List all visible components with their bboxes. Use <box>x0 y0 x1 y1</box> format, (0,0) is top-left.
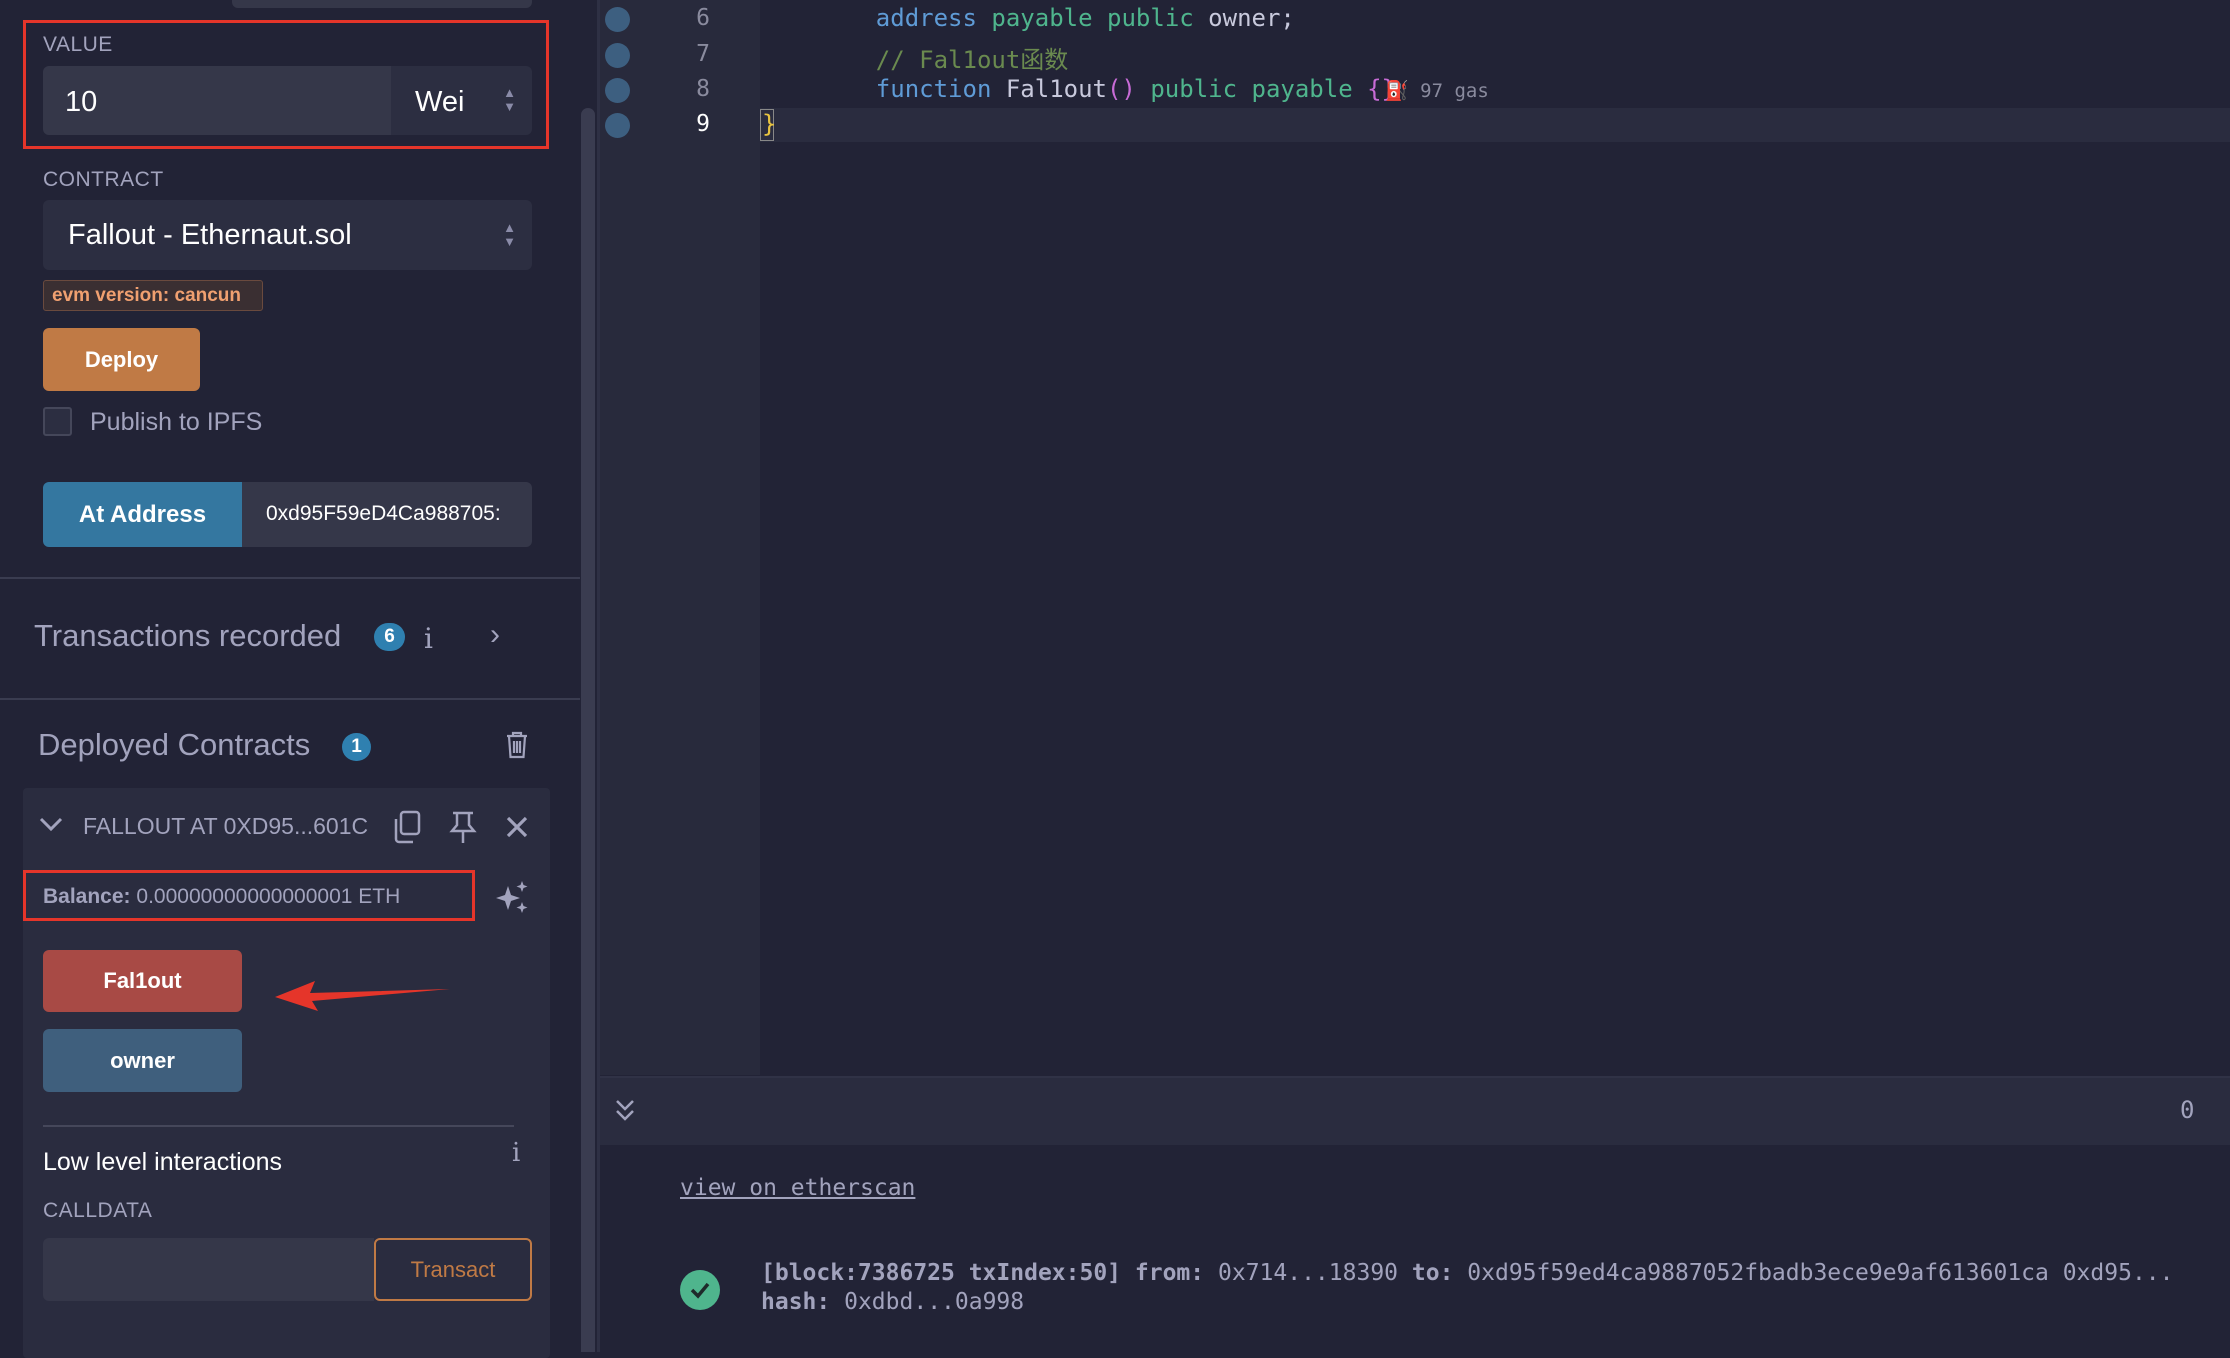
code-line[interactable]: } <box>762 110 776 138</box>
chevron-down-icon[interactable] <box>38 814 64 834</box>
line-number: 8 <box>696 76 710 102</box>
line-number: 7 <box>696 41 710 67</box>
pending-transactions-count: 0 <box>2180 1096 2195 1124</box>
line-number: 9 <box>696 111 710 137</box>
code-token: payable <box>991 4 1093 32</box>
breakpoint-marker[interactable] <box>605 7 630 32</box>
select-arrows-icon: ▲ ▼ <box>503 85 516 114</box>
code-token: payable <box>1251 75 1353 103</box>
copy-icon[interactable] <box>392 810 422 849</box>
balance-label: Balance: <box>43 885 131 908</box>
line-number: 6 <box>696 5 710 31</box>
collapse-terminal-icon[interactable] <box>614 1098 636 1127</box>
gas-value: 97 gas <box>1420 80 1489 102</box>
code-token: owner; <box>1193 4 1295 32</box>
contract-select[interactable]: Fallout - Ethernaut.sol ▲ ▼ <box>43 200 532 270</box>
tx-to-label: to: <box>1411 1260 1454 1286</box>
code-token: // Fal1out函数 <box>875 46 1069 74</box>
code-token: public <box>1150 75 1238 103</box>
code-line[interactable]: address payable public owner; <box>818 4 1295 32</box>
chevron-right-icon[interactable]: › <box>490 618 500 652</box>
trash-icon[interactable] <box>504 730 530 760</box>
calldata-input[interactable] <box>43 1238 374 1301</box>
balance-value: 0.00000000000000001 ETH <box>136 885 401 908</box>
divider <box>0 698 580 700</box>
transactions-count-badge: 6 <box>374 623 405 651</box>
info-icon[interactable]: i <box>424 622 433 655</box>
tx-from-label: from: <box>1134 1260 1205 1286</box>
tx-block: [block:7386725 txIndex:50] <box>761 1260 1122 1286</box>
publish-ipfs-label: Publish to IPFS <box>90 408 263 436</box>
tx-from-value: 0x714...18390 <box>1218 1260 1399 1286</box>
contract-select-value: Fallout - Ethernaut.sol <box>68 219 352 251</box>
value-unit-select[interactable]: Wei ▲ ▼ <box>391 66 532 135</box>
contract-instance-name: FALLOUT AT 0XD95...601C <box>83 813 369 839</box>
publish-ipfs-checkbox[interactable] <box>43 407 72 436</box>
gas-pump-icon: ⛽ <box>1385 80 1409 102</box>
code-token: address <box>875 4 977 32</box>
balance: Balance: 0.00000000000000001 ETH <box>43 885 400 909</box>
transactions-recorded-title[interactable]: Transactions recorded <box>34 618 341 654</box>
tx-log-line: [block:7386725 txIndex:50] from: 0x714..… <box>761 1260 2174 1286</box>
function-button-fal1out[interactable]: Fal1out <box>43 950 242 1012</box>
deploy-button[interactable]: Deploy <box>43 328 200 391</box>
annotation-arrow <box>270 975 455 1020</box>
at-address-input[interactable]: 0xd95F59eD4Ca988705: <box>242 482 532 547</box>
editor-gutter <box>600 0 760 1075</box>
code-token: () <box>1106 75 1136 103</box>
value-label: VALUE <box>43 33 113 56</box>
at-address-button[interactable]: At Address <box>43 482 242 547</box>
transact-button[interactable]: Transact <box>374 1238 532 1301</box>
breakpoint-marker[interactable] <box>605 43 630 68</box>
unit-label: Wei <box>415 86 465 118</box>
contract-label: CONTRACT <box>43 168 164 191</box>
code-token: public <box>1107 4 1194 32</box>
breakpoint-marker[interactable] <box>605 78 630 103</box>
success-check-icon <box>680 1270 720 1310</box>
pin-icon[interactable] <box>449 810 477 849</box>
code-line[interactable]: // Fal1out函数 <box>818 40 1069 75</box>
terminal-header <box>600 1076 2230 1145</box>
tx-hash-line: hash: 0xdbd...0a998 <box>761 1289 1024 1315</box>
current-line-highlight <box>760 108 2230 142</box>
divider <box>43 1125 514 1127</box>
evm-version-badge: evm version: cancun <box>43 280 263 311</box>
breakpoint-marker[interactable] <box>605 113 630 138</box>
code-token: Fal1out <box>991 75 1107 103</box>
divider <box>0 577 580 579</box>
function-button-owner[interactable]: owner <box>43 1029 242 1092</box>
top-field-stub <box>232 0 532 8</box>
tx-hash-label: hash: <box>761 1289 831 1315</box>
scrollbar[interactable] <box>581 108 595 1352</box>
gas-estimate: ⛽ 97 gas <box>1385 79 1489 102</box>
info-icon[interactable]: i <box>512 1138 520 1168</box>
tx-hash-value: 0xdbd...0a998 <box>844 1289 1025 1315</box>
view-on-etherscan-link[interactable]: view on etherscan <box>680 1175 915 1201</box>
deployed-count-badge: 1 <box>342 733 371 761</box>
code-line[interactable]: function Fal1out() public payable {} <box>818 75 1396 103</box>
value-input[interactable]: 10 <box>43 66 391 135</box>
select-arrows-icon: ▲ ▼ <box>503 220 516 249</box>
calldata-label: CALLDATA <box>43 1199 153 1222</box>
code-token: } <box>762 110 777 138</box>
deployed-contracts-title: Deployed Contracts <box>38 727 311 762</box>
tx-to-value: 0xd95f59ed4ca9887052fbadb3ece9e9af613601… <box>1467 1260 2174 1286</box>
low-level-interactions-title: Low level interactions <box>43 1148 283 1176</box>
close-icon[interactable] <box>505 815 529 844</box>
code-token: function <box>875 75 992 103</box>
sparkle-icon[interactable] <box>496 880 530 919</box>
